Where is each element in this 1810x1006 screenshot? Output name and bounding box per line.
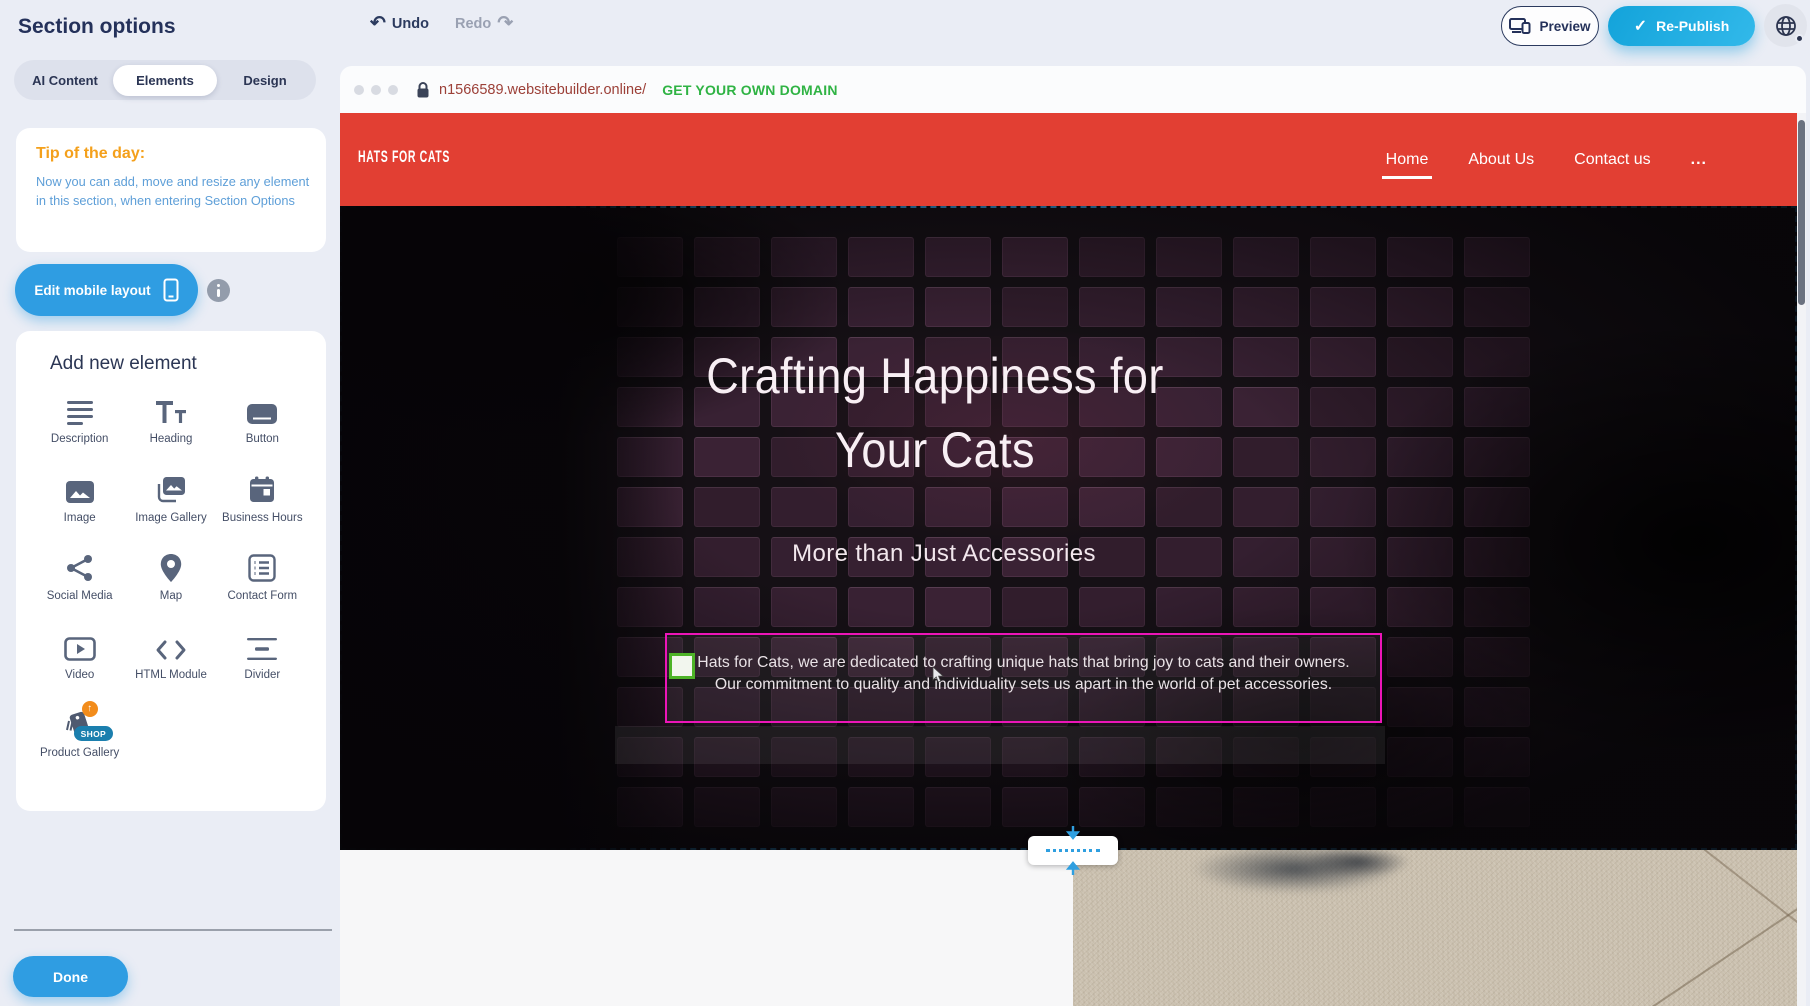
preview-button[interactable]: Preview [1501,6,1599,46]
website-builder-app: Section options ↶ Undo Redo ↷ Preview ✓ … [0,0,1810,1006]
business-hours-icon [218,474,306,504]
element-divider[interactable]: Divider [218,631,306,684]
html-module-icon [127,631,215,661]
nav-contact-us[interactable]: Contact us [1574,151,1650,169]
lock-icon [416,81,430,99]
description-icon [36,395,124,425]
tab-elements[interactable]: Elements [113,65,217,96]
resize-handle[interactable] [669,653,695,679]
arrow-down-icon [1066,826,1080,842]
heading-icon [127,395,215,425]
tip-title: Tip of the day: [36,145,306,163]
hero-subtitle[interactable]: More than Just Accessories [792,540,1096,568]
tab-ai-content[interactable]: AI Content [17,65,113,96]
site-logo[interactable]: HATS FOR CATS [358,147,450,167]
add-element-title: Add new element [50,353,326,375]
element-heading[interactable]: Heading [127,395,215,448]
site-header: HATS FOR CATS Home About Us Contact us .… [340,113,1797,206]
element-html-module[interactable]: HTML Module [127,631,215,684]
language-globe-button[interactable] [1764,4,1807,47]
notification-dot [1795,34,1804,43]
element-grid: Description Heading Button Image [16,395,326,762]
site-nav: Home About Us Contact us ... [1386,113,1707,206]
video-icon [36,631,124,661]
element-button[interactable]: Button [218,395,306,448]
page-title: Section options [18,15,176,39]
site-preview: HATS FOR CATS Home About Us Contact us .… [340,113,1797,1006]
undo-button[interactable]: ↶ Undo [370,14,429,33]
tip-body: Now you can add, move and resize any ele… [36,172,312,210]
paving-image [1073,850,1797,1006]
element-video[interactable]: Video [36,631,124,684]
redo-icon: ↷ [497,14,513,33]
tab-design[interactable]: Design [217,65,313,96]
hero-paragraph: Hats for Cats, we are dedicated to craft… [667,635,1380,696]
undo-icon: ↶ [370,14,386,33]
preview-scrollbar[interactable] [1797,113,1806,1006]
upgrade-arrow-icon: ↑ [82,701,98,717]
hero-title[interactable]: Crafting Happiness for Your Cats [706,339,1164,487]
panel-divider [14,929,332,931]
element-business-hours[interactable]: Business Hours [218,474,306,527]
republish-button[interactable]: ✓ Re-Publish [1608,6,1755,46]
get-domain-link[interactable]: GET YOUR OWN DOMAIN [662,82,837,98]
site-url[interactable]: n1566589.websitebuilder.online/ [439,82,646,98]
tip-of-the-day-card: Tip of the day: Now you can add, move an… [16,128,326,252]
browser-chrome-bar: n1566589.websitebuilder.online/ GET YOUR… [340,66,1806,113]
redo-button[interactable]: Redo ↷ [455,14,513,33]
element-image-gallery[interactable]: Image Gallery [127,474,215,527]
section-height-handle[interactable] [1028,836,1118,865]
edit-mobile-layout-button[interactable]: Edit mobile layout [15,264,198,316]
paving-seam [1603,850,1797,1006]
drop-zone-highlight [615,726,1385,764]
contact-form-icon [218,552,306,582]
element-image[interactable]: Image [36,474,124,527]
window-dots [354,85,398,95]
selected-text-element[interactable]: Hats for Cats, we are dedicated to craft… [665,633,1382,723]
social-media-icon [36,552,124,582]
shop-badge: SHOP [74,726,113,741]
done-button[interactable]: Done [13,956,128,997]
nav-about-us[interactable]: About Us [1468,151,1534,169]
paving-seam [1664,850,1797,1004]
element-product-gallery[interactable]: SHOP ↑ Product Gallery [36,709,124,762]
arrow-up-icon [1066,859,1080,875]
nav-more-menu[interactable]: ... [1691,151,1707,169]
dashed-line [1046,849,1100,852]
panel-tabs: AI Content Elements Design [14,60,316,100]
map-pin-icon [127,552,215,582]
element-contact-form[interactable]: Contact Form [218,552,306,605]
check-icon: ✓ [1634,16,1647,36]
info-icon[interactable] [207,279,230,302]
product-gallery-icon: SHOP ↑ [36,709,124,739]
add-element-panel: Add new element Description Heading Butt… [16,331,326,811]
element-social-media[interactable]: Social Media [36,552,124,605]
element-map[interactable]: Map [127,552,215,605]
button-icon [218,395,306,425]
divider-icon [218,631,306,661]
phone-icon [163,278,179,302]
hero-section-selected[interactable]: Crafting Happiness for Your Cats More th… [340,206,1797,850]
image-icon [36,474,124,504]
globe-icon [1774,14,1798,38]
image-gallery-icon [127,474,215,504]
devices-icon [1509,18,1531,34]
scrollbar-thumb[interactable] [1798,120,1805,305]
element-description[interactable]: Description [36,395,124,448]
nav-home[interactable]: Home [1386,151,1429,169]
